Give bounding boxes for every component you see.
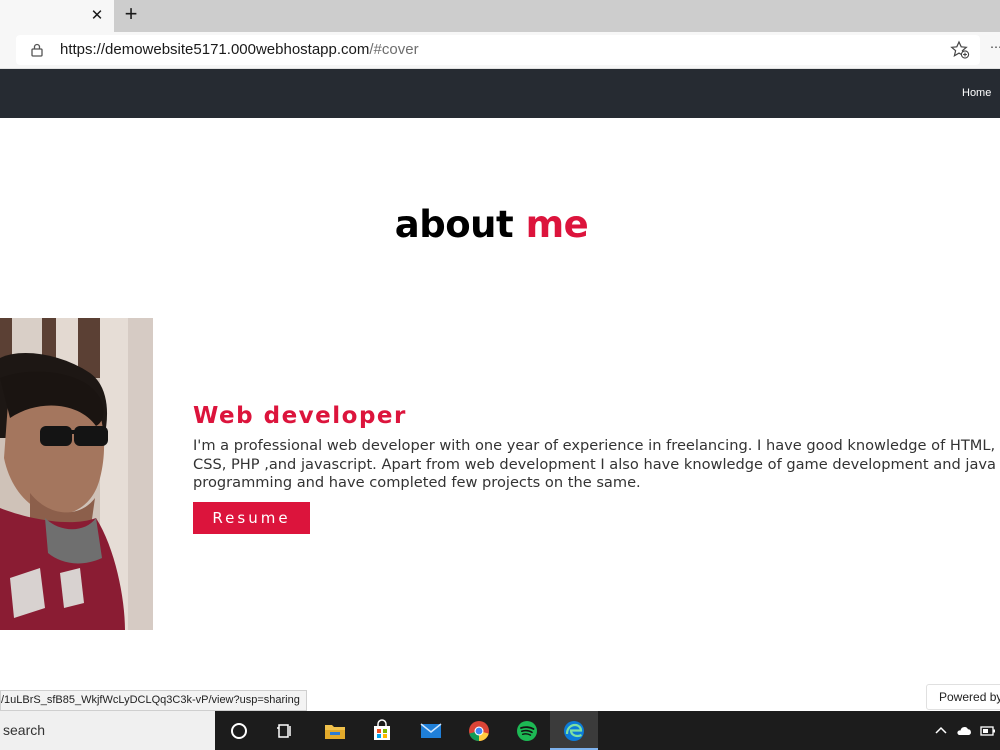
address-bar[interactable]: https://demowebsite5171.000webhostapp.co… <box>16 35 980 65</box>
site-navbar: Home <box>0 69 1000 118</box>
task-view-icon[interactable] <box>272 718 298 744</box>
bio-paragraph: I'm a professional web developer with on… <box>193 437 996 491</box>
taskbar-search-label: search <box>3 722 46 738</box>
lock-icon[interactable] <box>30 43 44 57</box>
resume-button[interactable]: Resume <box>193 502 310 534</box>
mail-icon[interactable] <box>418 718 444 744</box>
title-accent: me <box>525 203 589 246</box>
edge-icon[interactable] <box>561 718 587 744</box>
windows-taskbar: search <box>0 711 1000 750</box>
chrome-icon[interactable] <box>466 718 492 744</box>
section-title: about me <box>0 203 983 246</box>
url-text[interactable]: https://demowebsite5171.000webhostapp.co… <box>60 41 419 58</box>
close-tab-icon[interactable]: ✕ <box>88 6 106 24</box>
nav-link-home[interactable]: Home <box>962 87 991 99</box>
spotify-icon[interactable] <box>514 718 540 744</box>
cortana-icon[interactable] <box>226 718 252 744</box>
profile-photo <box>0 318 153 630</box>
battery-icon[interactable] <box>980 723 996 739</box>
browser-toolbar: https://demowebsite5171.000webhostapp.co… <box>0 32 1000 69</box>
chevron-up-icon[interactable] <box>933 723 949 739</box>
onedrive-icon[interactable] <box>956 723 972 739</box>
browser-tab[interactable]: ✕ <box>0 0 114 32</box>
role-heading: Web developer <box>193 403 407 429</box>
more-options-icon[interactable]: ⋯ <box>990 40 1000 54</box>
url-fragment: /#cover <box>369 41 419 58</box>
browser-tabstrip: ✕ + <box>0 0 1000 32</box>
new-tab-icon[interactable]: + <box>120 3 142 27</box>
favorites-add-icon[interactable] <box>950 40 970 60</box>
powered-by-badge[interactable]: Powered by <box>926 684 1000 710</box>
url-host: https://demowebsite5171.000webhostapp.co… <box>60 41 370 58</box>
microsoft-store-icon[interactable] <box>369 718 395 744</box>
file-explorer-icon[interactable] <box>322 718 348 744</box>
status-link-preview: /1uLBrS_sfB85_WkjfWcLyDCLQq3C3k-vP/view?… <box>0 690 307 711</box>
title-main: about <box>394 203 514 246</box>
taskbar-search-box[interactable]: search <box>0 711 215 750</box>
